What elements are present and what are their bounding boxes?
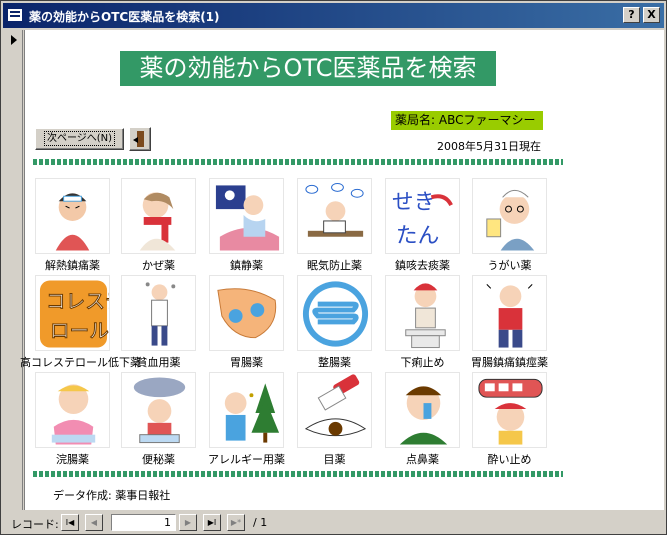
next-record-button[interactable]: ▶ xyxy=(179,514,197,531)
record-label: レコード: xyxy=(11,518,59,531)
last-record-button[interactable]: ▶I xyxy=(203,514,221,531)
nasal-spray-icon[interactable] xyxy=(385,372,460,448)
data-credit: データ作成: 薬事日報社 xyxy=(53,489,171,502)
category-tile[interactable]: 点鼻薬 xyxy=(385,372,460,466)
cough-text-icon[interactable]: せきたん xyxy=(385,178,460,254)
svg-text:せき: せき xyxy=(392,190,435,215)
category-tile[interactable]: 下痢止め xyxy=(385,275,460,369)
category-tile[interactable]: コレステロール高コレステロール低下薬 xyxy=(20,275,141,369)
pharmacy-name: 薬局名: ABCファーマシー xyxy=(391,111,543,130)
as-of-date: 2008年5月31日現在 xyxy=(437,140,541,153)
fever-headache-icon[interactable] xyxy=(35,178,110,254)
close-button[interactable]: X xyxy=(643,7,660,23)
category-label: うがい薬 xyxy=(487,259,532,272)
category-tile[interactable]: うがい薬 xyxy=(472,178,547,272)
title-bar[interactable]: 薬の効能からOTC医薬品を検索(1) ? X xyxy=(3,3,664,28)
category-tile[interactable]: せき たん 鎮咳去痰薬 xyxy=(385,178,460,272)
gargle-icon[interactable] xyxy=(472,178,547,254)
category-tile[interactable]: 貧血用薬 xyxy=(121,275,196,369)
category-label: 胃腸鎮痛鎮痙薬 xyxy=(471,356,548,369)
svg-text:ロール: ロール xyxy=(50,320,109,343)
cholesterol-text-icon[interactable]: コレステロール xyxy=(35,275,110,351)
record-navigation-bar: レコード: I◀ ◀ 1 ▶ ▶I ▶* / 1 xyxy=(1,512,666,534)
new-record-button[interactable]: ▶* xyxy=(227,514,245,531)
first-record-button[interactable]: I◀ xyxy=(61,514,79,531)
allergy-icon[interactable] xyxy=(209,372,284,448)
motion-sickness-icon[interactable] xyxy=(472,372,547,448)
current-record-arrow-icon xyxy=(11,35,17,45)
stomach-icon[interactable] xyxy=(209,275,284,351)
record-total: / 1 xyxy=(253,516,268,529)
stomachache-icon[interactable] xyxy=(472,275,547,351)
category-tile[interactable]: 眠気防止薬 xyxy=(297,178,372,272)
exit-door-icon[interactable] xyxy=(129,127,151,151)
svg-text:コレステ: コレステ xyxy=(46,290,110,313)
category-tile[interactable]: 便秘薬 xyxy=(121,372,196,466)
category-tile[interactable]: 胃腸薬 xyxy=(209,275,284,369)
category-tile[interactable]: アレルギー用薬 xyxy=(208,372,285,466)
category-tile[interactable]: 解熱鎮痛薬 xyxy=(35,178,110,272)
next-page-button[interactable]: 次ページへ(N) xyxy=(35,128,124,150)
eye-drops-icon[interactable] xyxy=(297,372,372,448)
next-page-label: 次ページへ(N) xyxy=(43,131,116,146)
category-label: 酔い止め xyxy=(487,453,532,466)
app-window: 薬の効能からOTC医薬品を検索(1) ? X 薬の効能からOTC医薬品を検索 薬… xyxy=(0,0,667,535)
anemia-icon[interactable] xyxy=(121,275,196,351)
sleepless-icon[interactable] xyxy=(209,178,284,254)
category-tile[interactable]: 目薬 xyxy=(297,372,372,466)
intestine-icon[interactable] xyxy=(297,275,372,351)
form-body: 薬の効能からOTC医薬品を検索 薬局名: ABCファーマシー 2008年5月31… xyxy=(20,30,664,510)
bottom-divider xyxy=(33,471,563,477)
form-icon xyxy=(7,8,23,22)
category-tile[interactable]: 酔い止め xyxy=(472,372,547,466)
baby-potty-icon[interactable] xyxy=(35,372,110,448)
record-number-input[interactable]: 1 xyxy=(111,514,176,531)
svg-text:たん: たん xyxy=(396,224,439,249)
drowsy-icon[interactable] xyxy=(297,178,372,254)
category-tile[interactable]: 胃腸鎮痛鎮痙薬 xyxy=(471,275,548,369)
window-title: 薬の効能からOTC医薬品を検索(1) xyxy=(29,10,220,24)
category-tile[interactable]: かぜ薬 xyxy=(121,178,196,272)
cold-scarf-icon[interactable] xyxy=(121,178,196,254)
top-divider xyxy=(33,159,563,165)
category-tile[interactable]: 鎮静薬 xyxy=(209,178,284,272)
constipation-icon[interactable] xyxy=(121,372,196,448)
help-button[interactable]: ? xyxy=(623,7,640,23)
form-heading: 薬の効能からOTC医薬品を検索 xyxy=(120,51,496,86)
category-tile[interactable]: 浣腸薬 xyxy=(35,372,110,466)
previous-record-button[interactable]: ◀ xyxy=(85,514,103,531)
category-tile[interactable]: 整腸薬 xyxy=(297,275,372,369)
toilet-icon[interactable] xyxy=(385,275,460,351)
